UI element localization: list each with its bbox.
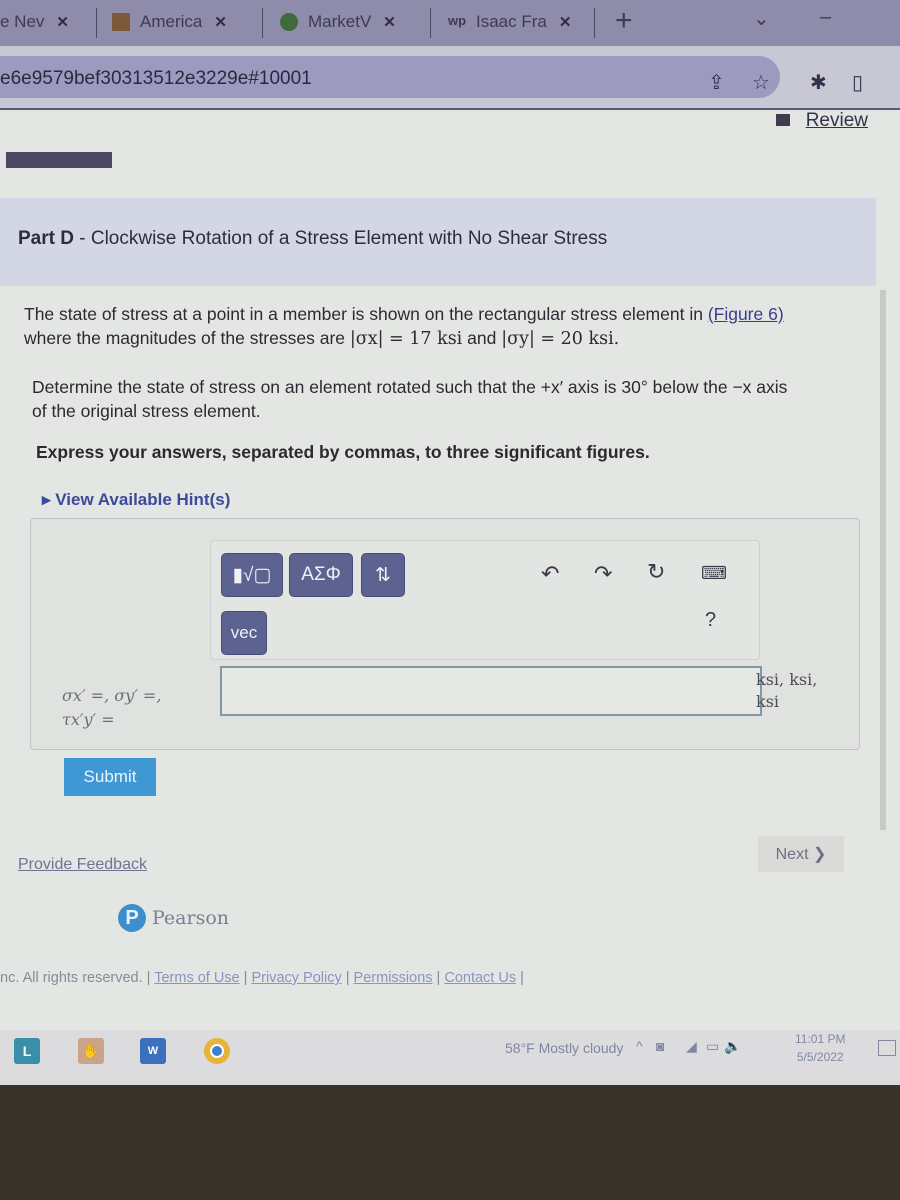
provide-feedback-link[interactable]: Provide Feedback: [18, 856, 147, 874]
battery-icon[interactable]: ▭: [706, 1038, 719, 1055]
sigma-y-value: |σy| = 20 ksi.: [501, 329, 620, 349]
close-tab-icon[interactable]: ✕: [383, 13, 396, 31]
share-icon[interactable]: ⇪: [708, 70, 725, 95]
new-tab-button[interactable]: +: [615, 4, 633, 38]
minimize-icon[interactable]: –: [820, 6, 831, 29]
page-scrollbar[interactable]: [880, 290, 886, 830]
problem-text: where the magnitudes of the stresses are: [24, 328, 350, 348]
part-title-text: - Clockwise Rotation of a Stress Element…: [73, 228, 608, 249]
extensions-puzzle-icon[interactable]: ✱: [810, 70, 827, 95]
express-instruction: Express your answers, separated by comma…: [36, 442, 650, 462]
close-tab-icon[interactable]: ✕: [214, 13, 227, 31]
answer-input[interactable]: [220, 666, 762, 716]
pearson-p-icon: P: [118, 904, 146, 932]
tab-label: Isaac Fra: [476, 12, 547, 31]
sigma-x-value: |σx| = 17 ksi: [349, 329, 463, 349]
notifications-icon[interactable]: [878, 1040, 896, 1056]
review-link[interactable]: Review: [806, 110, 868, 132]
app-l-icon[interactable]: L: [14, 1038, 40, 1064]
footer: nc. All rights reserved. | Terms of Use …: [0, 970, 524, 986]
part-title: Part D - Clockwise Rotation of a Stress …: [18, 228, 607, 250]
close-tab-icon[interactable]: ✕: [559, 13, 572, 31]
pearson-logo: P Pearson: [118, 904, 229, 932]
units-line-2: ksi: [756, 692, 780, 711]
tab-divider: [594, 8, 595, 38]
problem-line-1: The state of stress at a point in a memb…: [24, 303, 784, 325]
units-line-1: ksi, ksi,: [756, 670, 818, 689]
keyboard-icon[interactable]: ⌨: [701, 563, 727, 584]
marketwatch-icon: [280, 13, 298, 31]
volume-icon[interactable]: 🔈: [724, 1038, 741, 1055]
tab-news[interactable]: e Nev ✕: [0, 8, 69, 36]
view-hints-toggle[interactable]: ▸ View Available Hint(s): [42, 490, 230, 510]
taskbar: L ✋ W 58°F Mostly cloudy ^ ◙ ◢ ▭ 🔈 11:01…: [0, 1030, 900, 1085]
tab-divider: [262, 8, 263, 38]
caret-right-icon: ▸: [42, 490, 56, 509]
tab-wattpad[interactable]: wp Isaac Fra ✕: [448, 8, 571, 36]
tab-label: e Nev: [0, 12, 45, 31]
permissions-link[interactable]: Permissions: [354, 970, 433, 986]
clock[interactable]: 11:01 PM 5/5/2022: [795, 1030, 845, 1066]
math-toolbar: ▮√▢ ΑΣΦ ⇅ vec ↶ ↷ ↻ ⌨ ?: [210, 540, 760, 660]
tab-divider: [430, 8, 431, 38]
redo-icon[interactable]: ↷: [594, 561, 612, 587]
browser-tab-bar: e Nev ✕ America ✕ MarketV ✕ wp Isaac Fra…: [0, 0, 900, 46]
templates-button[interactable]: ▮√▢: [221, 553, 283, 597]
instruction-line-2: of the original stress element.: [32, 401, 261, 421]
weather-widget[interactable]: 58°F Mostly cloudy: [505, 1040, 623, 1056]
submit-button[interactable]: Submit: [64, 758, 156, 796]
figure-link[interactable]: (Figure 6): [708, 304, 784, 324]
greek-symbols-button[interactable]: ΑΣΦ: [289, 553, 353, 597]
chrome-icon[interactable]: [204, 1038, 230, 1064]
and-text: and: [462, 328, 502, 348]
pearson-wordmark: Pearson: [152, 907, 230, 929]
wifi-icon[interactable]: ◢: [686, 1038, 697, 1055]
tab-label: MarketV: [308, 12, 372, 31]
terms-link[interactable]: Terms of Use: [154, 970, 239, 986]
copyright-text: nc. All rights reserved. |: [0, 970, 155, 986]
header-bar: [6, 152, 112, 168]
instruction-line-1: Determine the state of stress on an elem…: [32, 377, 788, 397]
contact-link[interactable]: Contact Us: [444, 970, 516, 986]
tab-divider: [96, 8, 97, 38]
next-button[interactable]: Next ❯: [758, 836, 844, 872]
undo-icon[interactable]: ↶: [541, 561, 559, 587]
privacy-link[interactable]: Privacy Policy: [251, 970, 341, 986]
screen: e Nev ✕ America ✕ MarketV ✕ wp Isaac Fra…: [0, 0, 900, 1085]
tab-america[interactable]: America ✕: [112, 8, 227, 36]
problem-text: The state of stress at a point in a memb…: [24, 304, 708, 324]
app-hand-icon[interactable]: ✋: [78, 1038, 104, 1064]
close-tab-icon[interactable]: ✕: [56, 13, 69, 31]
wattpad-icon: wp: [448, 13, 467, 28]
time: 11:01 PM: [795, 1032, 846, 1046]
hint-label: View Available Hint(s): [55, 490, 231, 509]
problem-line-2: where the magnitudes of the stresses are…: [24, 327, 619, 350]
tab-marketwatch[interactable]: MarketV ✕: [280, 8, 396, 36]
address-bar-area: e6e9579bef30313512e3229e#10001 ⇪ ☆ ✱ ▯: [0, 46, 900, 110]
help-button[interactable]: ?: [705, 609, 716, 632]
date: 5/5/2022: [796, 1050, 844, 1064]
bookmark-star-icon[interactable]: ☆: [752, 70, 770, 95]
book-icon: [776, 114, 790, 126]
word-icon[interactable]: W: [140, 1038, 166, 1064]
tab-label: America: [140, 12, 203, 31]
reset-icon[interactable]: ↻: [647, 559, 665, 585]
meet-icon[interactable]: ◙: [656, 1038, 664, 1054]
arrows-button[interactable]: ⇅: [361, 553, 405, 597]
calculator-icon: [112, 13, 130, 31]
side-panel-icon[interactable]: ▯: [852, 70, 863, 95]
answer-label-line-2: τx′y′ =: [62, 710, 115, 729]
tab-search-chevron-icon[interactable]: ⌄: [753, 6, 770, 31]
vec-button[interactable]: vec: [221, 611, 267, 655]
tray-chevron-icon[interactable]: ^: [636, 1038, 643, 1054]
part-label: Part D: [18, 228, 74, 249]
answer-label-line-1: σx′ =, σy′ =,: [62, 686, 162, 705]
url-text[interactable]: e6e9579bef30313512e3229e#10001: [0, 68, 312, 90]
